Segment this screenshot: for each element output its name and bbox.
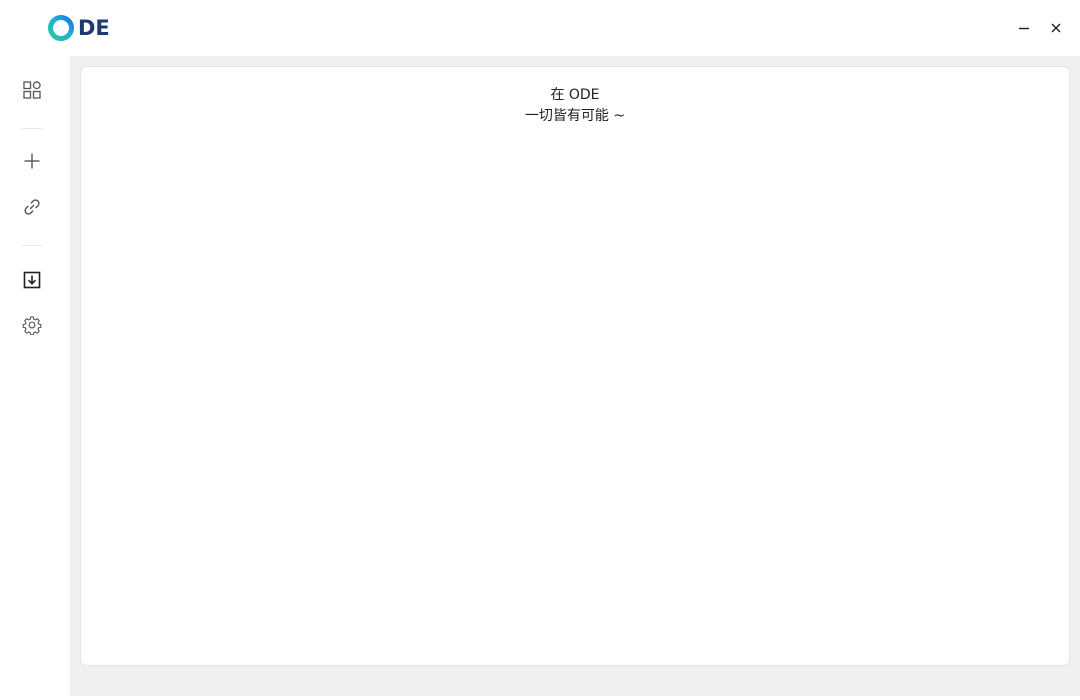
- welcome-line-2: 一切皆有可能 ~: [524, 108, 626, 124]
- sidebar-item-apps[interactable]: [16, 74, 48, 106]
- sidebar-item-download[interactable]: [16, 264, 48, 296]
- bottom-strip: [70, 696, 1080, 700]
- sidebar-item-add[interactable]: [16, 145, 48, 177]
- logo-text: DE: [78, 16, 110, 40]
- sidebar-item-settings[interactable]: [16, 309, 48, 341]
- welcome-line-1: 在 ODE: [550, 87, 600, 103]
- app-logo: DE: [47, 13, 110, 43]
- minimize-button[interactable]: [1014, 18, 1034, 38]
- grid-apps-icon: [23, 81, 41, 99]
- gear-icon: [22, 316, 42, 335]
- plus-icon: [24, 153, 40, 169]
- close-button[interactable]: [1046, 18, 1066, 38]
- main-area: 在 ODE 一切皆有可能 ~: [70, 56, 1080, 696]
- title-bar: DE: [0, 0, 1080, 56]
- sidebar: [0, 56, 70, 700]
- window-controls: [1014, 18, 1066, 38]
- welcome-message: 在 ODE 一切皆有可能 ~: [81, 85, 1069, 127]
- sidebar-divider: [22, 128, 42, 129]
- sidebar-item-link[interactable]: [16, 191, 48, 223]
- close-icon: [1051, 23, 1061, 33]
- download-box-icon: [23, 271, 41, 289]
- logo-ring-icon: [48, 15, 74, 41]
- sidebar-divider: [22, 245, 42, 246]
- content-card: 在 ODE 一切皆有可能 ~: [80, 66, 1070, 666]
- minimize-icon: [1019, 27, 1029, 30]
- app-window: DE 在 ODE 一切皆有可能 ~: [0, 0, 1080, 700]
- link-icon: [24, 199, 40, 215]
